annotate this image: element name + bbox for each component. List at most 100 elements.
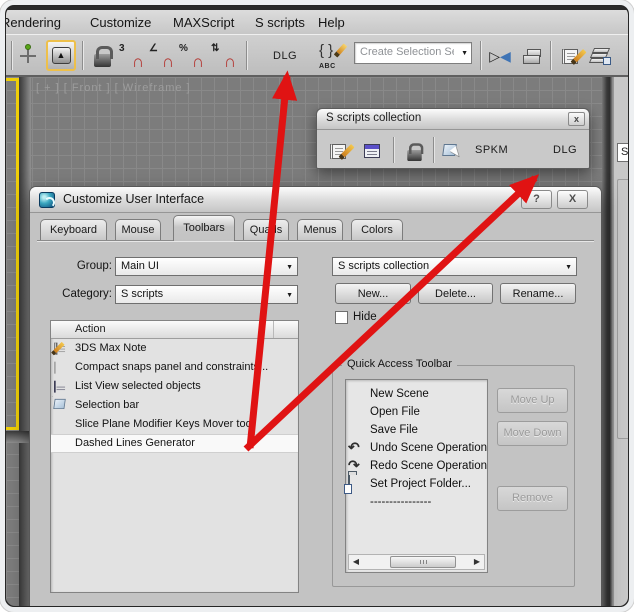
align-button[interactable] — [518, 41, 546, 71]
toolbar-separator — [246, 41, 247, 70]
dlg-macroscript-button[interactable]: DLG — [269, 48, 301, 64]
tab-keyboard[interactable]: Keyboard — [40, 219, 107, 240]
category-value: S scripts — [121, 288, 164, 300]
magnet-icon: ∩ — [131, 52, 144, 71]
qat-item-label: ---------------- — [370, 496, 432, 508]
move-down-button[interactable]: Move Down — [497, 421, 568, 446]
viewport-splitter-horizontal[interactable] — [6, 431, 30, 443]
qat-item[interactable]: Save File — [346, 421, 487, 439]
quick-access-toolbar-groupbox: Quick Access Toolbar New Scene Open File… — [332, 358, 575, 587]
groupbox-legend: Quick Access Toolbar — [342, 358, 457, 370]
qat-item[interactable]: Open File — [346, 403, 487, 421]
remove-button[interactable]: Remove — [497, 486, 568, 511]
percent-snap-toggle[interactable]: % ∩ — [178, 41, 206, 71]
action-row[interactable]: Selection bar — [51, 396, 298, 415]
tab-colors[interactable]: Colors — [351, 219, 403, 240]
snaps-toggle-3d[interactable]: 3 ∩ — [118, 41, 146, 71]
lock-tool-button[interactable] — [401, 139, 427, 163]
tab-quads[interactable]: Quads — [243, 219, 289, 240]
action-label: Compact snaps panel and constraints... — [75, 361, 269, 373]
viewport-splitter-right[interactable] — [602, 77, 613, 606]
qat-item[interactable]: Set Project Folder... — [346, 474, 487, 493]
align-icon — [523, 48, 541, 64]
scroll-left-arrow[interactable]: ◀ — [349, 555, 363, 569]
scene-notes-button[interactable] — [556, 41, 584, 71]
braces-pencil-icon: { } ABC — [319, 42, 348, 70]
chevron-down-icon[interactable]: ▼ — [286, 292, 293, 299]
spkm-macroscript-button[interactable]: SPKM — [475, 144, 508, 156]
action-row[interactable]: 3DS Max Note — [51, 339, 298, 358]
mirror-button[interactable]: ▷ ◀ — [486, 41, 514, 71]
selection-set-combobox[interactable]: Create Selection Se ▼ — [354, 42, 472, 64]
hide-label: Hide — [353, 311, 377, 323]
hide-checkbox[interactable] — [335, 311, 348, 324]
dialog-titlebar[interactable]: Customize User Interface ? X — [30, 187, 601, 213]
cube-cursor-icon — [442, 143, 465, 162]
action-row-selected[interactable]: Dashed Lines Generator — [51, 434, 298, 453]
spinner-snap-toggle[interactable]: ⇅ ∩ — [210, 41, 238, 71]
selection-set-value: Create Selection Se — [360, 46, 454, 58]
note-tool-button[interactable] — [325, 139, 351, 163]
list-view-tool-button[interactable] — [359, 139, 385, 163]
named-selection-sets-icon[interactable]: { } ABC — [318, 41, 348, 71]
layers-icon — [588, 48, 611, 65]
app-window: Rendering Customize MAXScript S scripts … — [6, 6, 628, 606]
qat-item[interactable]: ↶ Undo Scene Operation — [346, 439, 487, 457]
action-label: Slice Plane Modifier Keys Mover tool — [75, 418, 255, 430]
angle-snap-toggle[interactable]: ∠ ∩ — [148, 41, 176, 71]
close-icon[interactable]: x — [568, 112, 585, 126]
selection-bar-tool-button[interactable] — [439, 139, 465, 163]
qat-item[interactable]: ---------------- — [346, 493, 487, 511]
braces-glyph: { } — [319, 42, 334, 59]
floating-toolbar-titlebar[interactable]: S scripts collection x — [317, 109, 589, 130]
right-panel-field[interactable]: S — [617, 143, 628, 162]
action-label: Selection bar — [75, 399, 140, 411]
chevron-down-icon[interactable]: ▼ — [461, 50, 468, 57]
close-button[interactable]: X — [557, 190, 588, 209]
move-up-button[interactable]: Move Up — [497, 388, 568, 413]
selection-lock-toggle[interactable] — [88, 41, 116, 71]
qat-item[interactable]: ↷ Redo Scene Operation — [346, 457, 487, 475]
action-row[interactable]: List View selected objects — [51, 377, 298, 396]
chevron-down-icon[interactable]: ▼ — [286, 264, 293, 271]
qat-item-label: Save File — [370, 424, 418, 436]
toolbar-collection-combobox[interactable]: S scripts collection ▼ — [332, 257, 577, 276]
menu-maxscript[interactable]: MAXScript — [169, 14, 238, 31]
menu-rendering[interactable]: Rendering — [6, 14, 65, 31]
manage-layers-button[interactable] — [586, 41, 614, 71]
list-window-icon — [364, 144, 380, 158]
select-and-manipulate-icon[interactable] — [14, 41, 42, 71]
floating-toolbar-title: S scripts collection — [326, 112, 422, 124]
action-label: 3DS Max Note — [75, 342, 147, 354]
new-button[interactable]: New... — [335, 283, 411, 304]
tab-content-divider — [37, 240, 594, 241]
magnet-icon: ∩ — [223, 52, 236, 71]
category-combobox[interactable]: S scripts ▼ — [115, 285, 298, 304]
qat-item-label: Undo Scene Operation — [370, 442, 487, 454]
action-column-header[interactable]: Action — [51, 321, 298, 339]
action-row[interactable]: Slice Plane Modifier Keys Mover tool — [51, 415, 298, 434]
delete-button[interactable]: Delete... — [418, 283, 493, 304]
qat-item[interactable]: New Scene — [346, 385, 487, 403]
chevron-down-icon[interactable]: ▼ — [565, 264, 572, 271]
help-button[interactable]: ? — [521, 190, 552, 209]
rename-button[interactable]: Rename... — [500, 283, 576, 304]
dlg-macroscript-button-toolbar[interactable]: DLG — [553, 144, 577, 156]
action-row[interactable]: Compact snaps panel and constraints... — [51, 358, 298, 377]
keycap-up-arrow-icon: ▲ — [51, 47, 71, 64]
customize-user-interface-dialog: Customize User Interface ? X Keyboard Mo… — [29, 186, 602, 606]
menu-customize[interactable]: Customize — [86, 14, 155, 31]
tab-toolbars[interactable]: Toolbars — [173, 215, 235, 241]
scrollbar-thumb[interactable] — [390, 556, 456, 568]
app-window-frame: Rendering Customize MAXScript S scripts … — [0, 0, 634, 612]
menu-bar: Rendering Customize MAXScript S scripts … — [6, 10, 628, 34]
tab-mouse[interactable]: Mouse — [115, 219, 161, 240]
horizontal-scrollbar[interactable]: ◀ ▶ — [348, 554, 485, 570]
keyboard-shortcut-override-toggle[interactable]: ▲ — [46, 40, 76, 71]
viewport-label[interactable]: [ + ] [ Front ] [ Wireframe ] — [36, 82, 191, 94]
menu-help[interactable]: Help — [314, 14, 349, 31]
menu-s-scripts[interactable]: S scripts — [251, 14, 309, 31]
group-combobox[interactable]: Main UI ▼ — [115, 257, 298, 276]
tab-menus[interactable]: Menus — [297, 219, 343, 240]
scroll-right-arrow[interactable]: ▶ — [470, 555, 484, 569]
